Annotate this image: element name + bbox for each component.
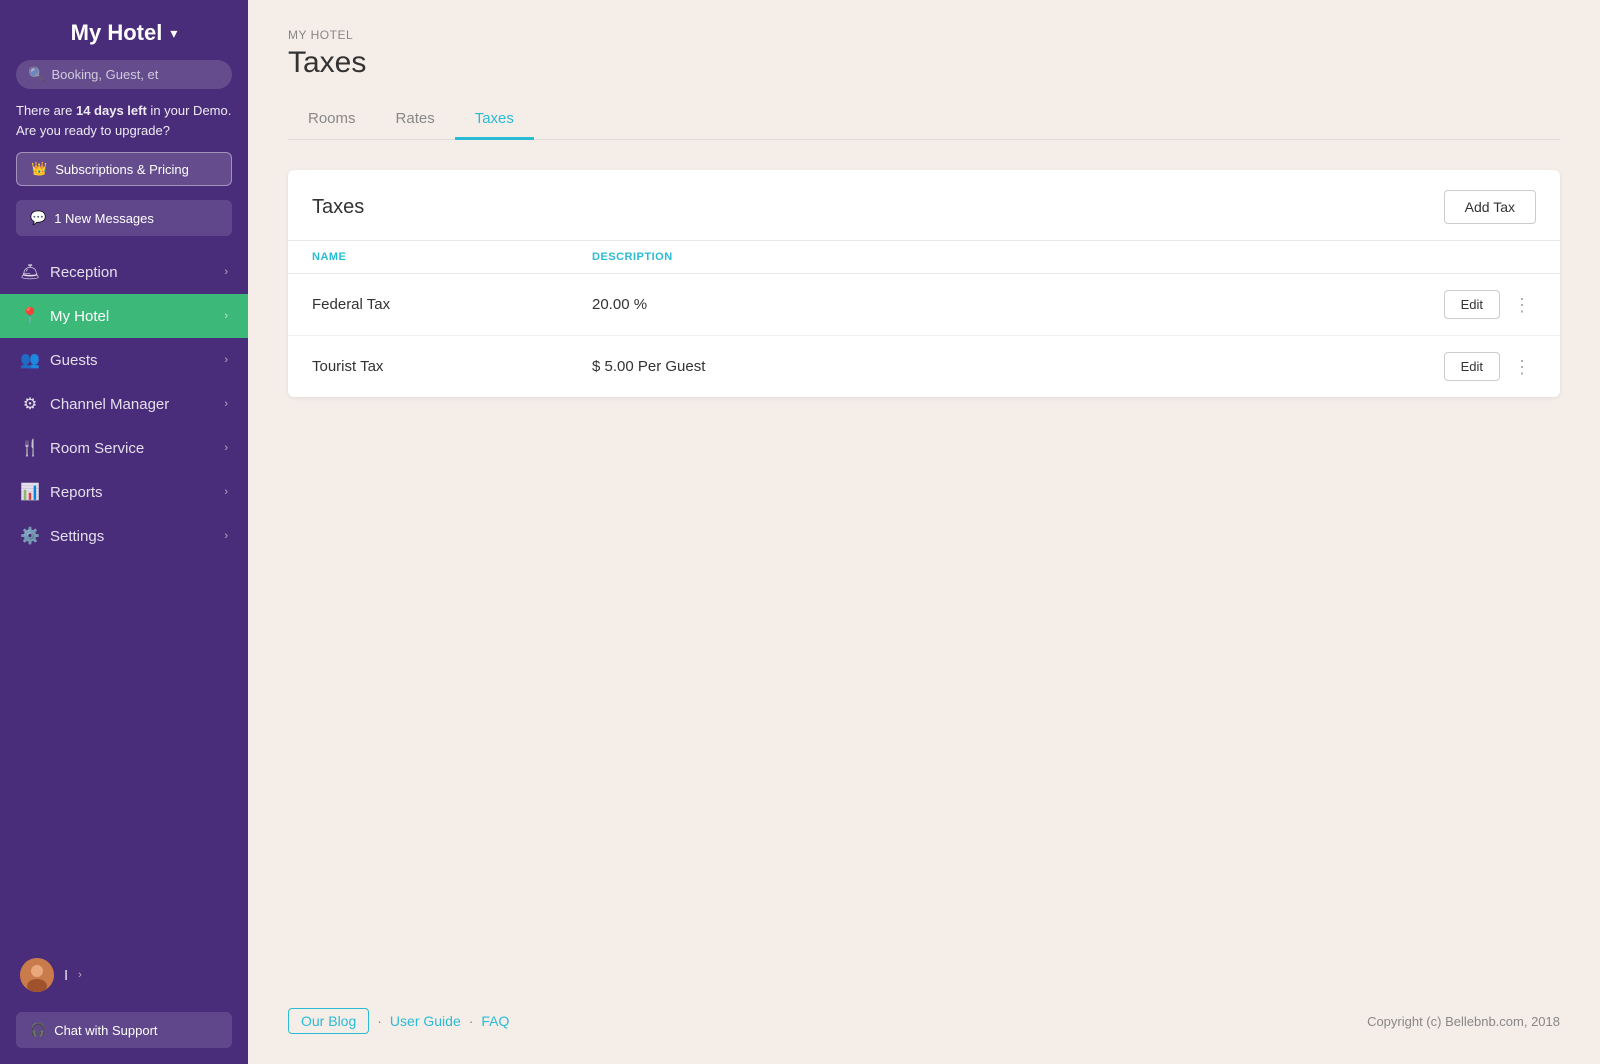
my-hotel-icon: 📍: [20, 306, 40, 326]
tax-description-2: $ 5.00 Per Guest: [592, 358, 1444, 375]
headphone-icon: 🎧: [30, 1022, 46, 1038]
sidebar-item-reception[interactable]: 🛎 Reception ›: [0, 250, 248, 294]
messages-label: 1 New Messages: [54, 211, 154, 226]
sidebar-hotel-name: My Hotel: [71, 20, 163, 46]
channel-manager-chevron-icon: ›: [224, 398, 228, 410]
footer-dot-2: ·: [469, 1013, 474, 1029]
blog-link[interactable]: Our Blog: [288, 1008, 369, 1034]
faq-link[interactable]: FAQ: [481, 1013, 509, 1029]
sidebar-hotel-header[interactable]: My Hotel ▾: [0, 0, 248, 60]
copyright: Copyright (c) Bellebnb.com, 2018: [1367, 1014, 1560, 1029]
sidebar-item-settings[interactable]: ⚙️ Settings ›: [0, 514, 248, 558]
sidebar-user[interactable]: I ›: [0, 946, 248, 1004]
footer-links: Our Blog · User Guide · FAQ: [288, 1008, 509, 1034]
crown-icon: 👑: [31, 161, 47, 177]
edit-button-1[interactable]: Edit: [1444, 290, 1500, 319]
main-content: MY HOTEL Taxes Rooms Rates Taxes Taxes A…: [248, 0, 1600, 1064]
sidebar-item-room-service-left: 🍴 Room Service: [20, 438, 144, 458]
sidebar-item-guests-label: Guests: [50, 352, 98, 369]
col-description-header: DESCRIPTION: [592, 251, 1536, 263]
sidebar-item-my-hotel-left: 📍 My Hotel: [20, 306, 109, 326]
tabs-bar: Rooms Rates Taxes: [288, 100, 1560, 140]
upgrade-label: Subscriptions & Pricing: [55, 162, 189, 177]
taxes-card: Taxes Add Tax NAME DESCRIPTION Federal T…: [288, 170, 1560, 397]
taxes-content: Taxes Add Tax NAME DESCRIPTION Federal T…: [248, 140, 1600, 988]
sidebar-item-my-hotel[interactable]: 📍 My Hotel ›: [0, 294, 248, 338]
sidebar-search[interactable]: 🔍 Booking, Guest, et: [16, 60, 232, 89]
tax-description-1: 20.00 %: [592, 296, 1444, 313]
tax-name-1: Federal Tax: [312, 296, 592, 313]
breadcrumb: MY HOTEL: [288, 28, 1560, 42]
settings-icon: ⚙️: [20, 526, 40, 546]
tab-rates[interactable]: Rates: [376, 100, 455, 140]
user-label: I: [64, 967, 68, 984]
sidebar-item-reception-label: Reception: [50, 264, 118, 281]
room-service-chevron-icon: ›: [224, 442, 228, 454]
table-header: NAME DESCRIPTION: [288, 240, 1560, 274]
channel-manager-icon: ⚙: [20, 394, 40, 414]
tab-taxes[interactable]: Taxes: [455, 100, 534, 140]
edit-button-2[interactable]: Edit: [1444, 352, 1500, 381]
main-footer: Our Blog · User Guide · FAQ Copyright (c…: [248, 988, 1600, 1064]
settings-chevron-icon: ›: [224, 530, 228, 542]
main-header: MY HOTEL Taxes Rooms Rates Taxes: [248, 0, 1600, 140]
card-header: Taxes Add Tax: [288, 170, 1560, 240]
room-service-icon: 🍴: [20, 438, 40, 458]
user-guide-link[interactable]: User Guide: [390, 1013, 461, 1029]
col-name-header: NAME: [312, 251, 592, 263]
sidebar-hotel-chevron-icon: ▾: [170, 25, 177, 42]
sidebar-item-guests-left: 👥 Guests: [20, 350, 98, 370]
reports-chevron-icon: ›: [224, 486, 228, 498]
sidebar-item-room-service-label: Room Service: [50, 440, 144, 457]
sidebar-item-reception-left: 🛎 Reception: [20, 262, 118, 282]
reports-icon: 📊: [20, 482, 40, 502]
sidebar-item-channel-manager-left: ⚙ Channel Manager: [20, 394, 169, 414]
my-hotel-chevron-icon: ›: [224, 310, 228, 322]
demo-text-pre: There are: [16, 103, 76, 118]
search-icon: 🔍: [28, 66, 45, 83]
card-title: Taxes: [312, 196, 364, 219]
tax-name-2: Tourist Tax: [312, 358, 592, 375]
demo-days: 14 days left: [76, 103, 147, 118]
demo-banner: There are 14 days left in your Demo. Are…: [16, 101, 232, 140]
sidebar-item-reports-label: Reports: [50, 484, 103, 501]
tab-rooms[interactable]: Rooms: [288, 100, 376, 140]
guests-icon: 👥: [20, 350, 40, 370]
chat-support-label: Chat with Support: [54, 1023, 157, 1038]
messages-button[interactable]: 💬 1 New Messages: [16, 200, 232, 236]
footer-dot-1: ·: [377, 1013, 382, 1029]
sidebar-item-guests[interactable]: 👥 Guests ›: [0, 338, 248, 382]
sidebar-item-my-hotel-label: My Hotel: [50, 308, 109, 325]
avatar: [20, 958, 54, 992]
reception-icon: 🛎: [20, 262, 40, 282]
guests-chevron-icon: ›: [224, 354, 228, 366]
table-row: Federal Tax 20.00 % Edit ⋮: [288, 274, 1560, 336]
sidebar-item-reports[interactable]: 📊 Reports ›: [0, 470, 248, 514]
sidebar-nav: 🛎 Reception › 📍 My Hotel › 👥 Guests › ⚙ …: [0, 242, 248, 946]
sidebar-item-channel-manager-label: Channel Manager: [50, 396, 169, 413]
add-tax-button[interactable]: Add Tax: [1444, 190, 1536, 224]
sidebar-search-placeholder: Booking, Guest, et: [51, 67, 158, 82]
table-row-2-actions: Edit ⋮: [1444, 352, 1536, 381]
table-row-1-actions: Edit ⋮: [1444, 290, 1536, 319]
sidebar-item-settings-label: Settings: [50, 528, 104, 545]
sidebar: My Hotel ▾ 🔍 Booking, Guest, et There ar…: [0, 0, 248, 1064]
page-title: Taxes: [288, 46, 1560, 80]
sidebar-item-channel-manager[interactable]: ⚙ Channel Manager ›: [0, 382, 248, 426]
chat-support-button[interactable]: 🎧 Chat with Support: [16, 1012, 232, 1048]
user-chevron-icon: ›: [78, 969, 82, 981]
upgrade-button[interactable]: 👑 Subscriptions & Pricing: [16, 152, 232, 186]
sidebar-item-reports-left: 📊 Reports: [20, 482, 103, 502]
chat-icon: 💬: [30, 210, 46, 226]
table-row: Tourist Tax $ 5.00 Per Guest Edit ⋮: [288, 336, 1560, 397]
sidebar-item-settings-left: ⚙️ Settings: [20, 526, 104, 546]
more-options-button-1[interactable]: ⋮: [1508, 291, 1536, 319]
sidebar-item-room-service[interactable]: 🍴 Room Service ›: [0, 426, 248, 470]
reception-chevron-icon: ›: [224, 266, 228, 278]
more-options-button-2[interactable]: ⋮: [1508, 353, 1536, 381]
